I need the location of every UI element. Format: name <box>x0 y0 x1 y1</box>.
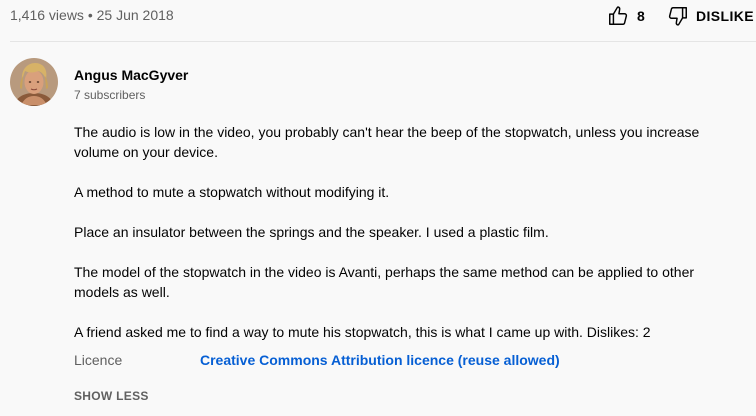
thumbs-down-icon <box>668 7 687 26</box>
licence-row: Licence Creative Commons Attribution lice… <box>74 351 560 369</box>
person-photo-icon <box>10 58 58 106</box>
description-paragraph: A method to mute a stopwatch without mod… <box>74 184 390 200</box>
divider <box>10 41 756 42</box>
channel-name[interactable]: Angus MacGyver <box>74 67 188 83</box>
video-info-bar: 1,416 views • 25 Jun 2018 8 DISLIKE <box>0 0 756 34</box>
thumbs-up-icon <box>609 6 628 25</box>
description-paragraph: The audio is low in the video, you proba… <box>74 124 700 160</box>
licence-link[interactable]: Creative Commons Attribution licence (re… <box>200 352 560 368</box>
dislike-label: DISLIKE <box>696 8 755 24</box>
video-description: The audio is low in the video, you proba… <box>74 122 714 342</box>
like-count: 8 <box>637 8 646 24</box>
channel-avatar[interactable] <box>10 58 58 106</box>
show-less-button[interactable]: SHOW LESS <box>74 389 149 403</box>
description-paragraph: The model of the stopwatch in the video … <box>74 264 695 300</box>
views-and-date: 1,416 views • 25 Jun 2018 <box>10 7 174 23</box>
dislike-button[interactable]: DISLIKE <box>667 4 754 28</box>
subscriber-count: 7 subscribers <box>74 88 146 102</box>
description-paragraph: Place an insulator between the springs a… <box>74 224 549 240</box>
like-button[interactable]: 8 <box>607 4 645 28</box>
description-paragraph: A friend asked me to find a way to mute … <box>74 324 651 340</box>
licence-label: Licence <box>74 352 123 368</box>
